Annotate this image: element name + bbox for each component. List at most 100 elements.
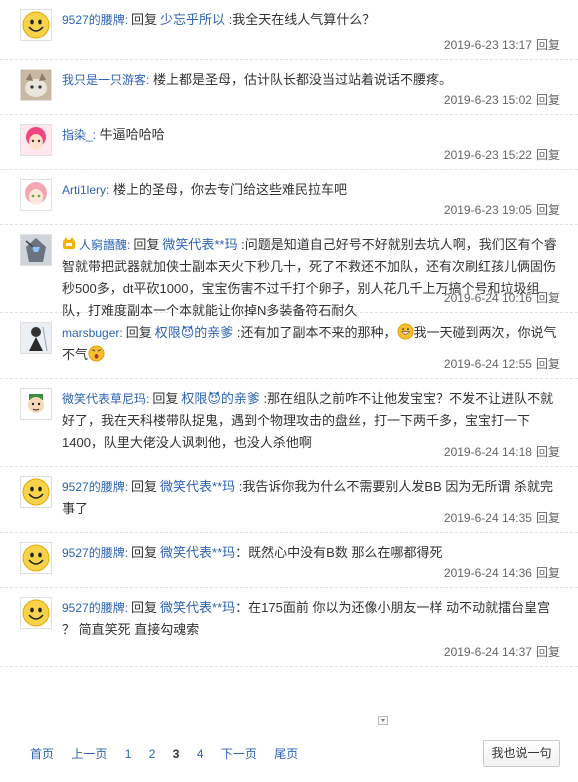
reply-button[interactable]: 回复 [536,148,560,162]
reply-item: marsbuger: 回复 权限😈的亲爹 :还有加了副本不来的那种， 我一天碰到两次，… [0,313,578,379]
next-page-link[interactable]: 下一页 [221,747,257,761]
prev-page-link[interactable]: 上一页 [71,747,107,761]
reply-text: :我全天在线人气算什么？ [225,12,376,27]
reply-text: ：既然心中没有B数 那么在哪都得死 [235,545,443,560]
reply-button[interactable]: 回复 [536,445,560,459]
reply-timestamp: 2019-6-24 12:55 [443,357,532,371]
reply-meta: 2019-6-24 14:36 回复 [444,564,560,581]
reply-content: 人窮譖醜: 回复 微笑代表**玛 :问题是知道自己好号不好就别去坑人啊，我们区有个睿… [62,234,568,322]
username-link[interactable]: 人窮譖醜: [79,238,130,252]
reply-meta: 2019-6-24 14:18 回复 [444,443,560,460]
reply-timestamp: 2019-6-24 14:37 [443,645,532,659]
reply-text: 楼上的圣母，你去专门给这些难民拉车吧 [109,182,347,197]
username-link[interactable]: 9527的腰牌: [62,13,128,27]
reply-prefix: 回复 [131,545,158,560]
vip-crown-icon [62,237,79,252]
reply-prefix: 回复 [125,325,152,340]
reply-button[interactable]: 回复 [536,566,560,580]
grin-emoji [396,323,414,340]
pink-hair-anime-avatar[interactable] [20,124,52,156]
reply-item: Arti1lery: 楼上的圣母，你去专门给这些难民拉车吧 2019-6-23 1… [0,170,578,225]
pagination: 首页 上一页 1 2 3 4 下一页 尾页 [30,745,312,762]
reply-button[interactable]: 回复 [536,203,560,217]
reply-meta: 2019-6-23 19:05 回复 [444,201,560,218]
angry-emoji [88,345,105,362]
reply-content: 我只是一只游客: 楼上都是圣母，估计队长都没当过站着说话不腰疼。 [62,69,568,91]
smiley-face-avatar[interactable] [20,476,52,508]
reply-item: 微笑代表草尼玛: 回复 权限😈的亲爹 :那在组队之前咋不让他发宝宝？不发不让进队不就… [0,379,578,467]
reply-button[interactable]: 回复 [536,357,560,371]
reply-content: 9527的腰牌: 回复 微笑代表**玛：在175面前 你以为还像小朋友一样 动不动就… [62,597,568,641]
reply-prefix: 回复 [131,12,158,27]
smiley-face-avatar[interactable] [20,9,52,41]
robot-mecha-avatar[interactable] [20,234,52,266]
reply-button[interactable]: 回复 [536,38,560,52]
reply-timestamp: 2019-6-23 15:02 [443,93,532,107]
reply-prefix: 回复 [131,600,158,615]
username-link[interactable]: marsbuger: [62,326,123,340]
reply-meta: 2019-6-23 13:17 回复 [444,36,560,53]
reply-item: 9527的腰牌: 回复 少忘乎所以 :我全天在线人气算什么？ 2019-6-23 13… [0,0,578,60]
reply-timestamp: 2019-6-23 13:17 [443,38,532,52]
reply-item: 我只是一只游客: 楼上都是圣母，估计队长都没当过站着说话不腰疼。 2019-6-2… [0,60,578,115]
cat-photo-avatar[interactable] [20,69,52,101]
page-link-1[interactable]: 1 [125,747,132,761]
reply-prefix: 回复 [152,391,179,406]
reply-timestamp: 2019-6-24 10:16 [443,291,532,305]
reply-target-link[interactable]: 微笑代表**玛 [160,545,235,560]
page-link-3-current: 3 [172,747,180,761]
reply-button[interactable]: 回复 [536,645,560,659]
reply-meta: 2019-6-24 14:35 回复 [444,509,560,526]
reply-prefix: 回复 [133,237,160,252]
reply-target-link[interactable]: 微笑代表**玛 [160,600,235,615]
page-link-2[interactable]: 2 [149,747,156,761]
reply-meta: 2019-6-24 10:16 回复 [444,289,560,306]
username-link[interactable]: 9527的腰牌: [62,480,128,494]
reply-button[interactable]: 回复 [536,291,560,305]
username-link[interactable]: Arti1lery: [62,183,109,197]
reply-target-link[interactable]: 权限😈的亲爹 [155,325,234,340]
reply-meta: 2019-6-23 15:22 回复 [444,146,560,163]
smiley-face-avatar[interactable] [20,542,52,574]
reply-text: :还有加了副本不来的那种， [233,325,397,340]
reply-content: 9527的腰牌: 回复 少忘乎所以 :我全天在线人气算什么？ [62,9,568,31]
page-link-4[interactable]: 4 [197,747,204,761]
reply-target-link[interactable]: 微笑代表**玛 [160,479,235,494]
reply-text: 楼上都是圣母，估计队长都没当过站着说话不腰疼。 [149,72,452,87]
say-something-button[interactable]: 我也说一句 [483,740,560,767]
username-link[interactable]: 9527的腰牌: [62,601,128,615]
username-link[interactable]: 9527的腰牌: [62,546,128,560]
reply-button[interactable]: 回复 [536,511,560,525]
cartoon-boy-avatar[interactable] [20,388,52,420]
reply-meta: 2019-6-24 12:55 回复 [444,355,560,372]
reply-timestamp: 2019-6-24 14:35 [443,511,532,525]
reply-timestamp: 2019-6-24 14:36 [443,566,532,580]
reply-button[interactable]: 回复 [536,93,560,107]
reply-item: 9527的腰牌: 回复 微笑代表**玛：在175面前 你以为还像小朋友一样 动不动就… [0,588,578,667]
first-page-link[interactable]: 首页 [30,747,54,761]
reply-target-link[interactable]: 少忘乎所以 [160,12,225,27]
username-link[interactable]: 指染_: [62,128,96,142]
smiley-face-avatar[interactable] [20,597,52,629]
collapse-toggle-icon[interactable] [378,716,388,725]
last-page-link[interactable]: 尾页 [274,747,298,761]
reply-item: 人窮譖醜: 回复 微笑代表**玛 :问题是知道自己好号不好就别去坑人啊，我们区有个睿… [0,225,578,318]
reply-target-link[interactable]: 权限😈的亲爹 [181,391,260,406]
reply-target-link[interactable]: 微笑代表**玛 [162,237,237,252]
reply-item: 9527的腰牌: 回复 微笑代表**玛：既然心中没有B数 那么在哪都得死 2019-6… [0,533,578,588]
reply-timestamp: 2019-6-23 15:22 [443,148,532,162]
reply-content: 9527的腰牌: 回复 微笑代表**玛：既然心中没有B数 那么在哪都得死 [62,542,568,564]
reply-content: Arti1lery: 楼上的圣母，你去专门给这些难民拉车吧 [62,179,568,201]
pink-hair-girl-avatar[interactable] [20,179,52,211]
dark-figure-avatar[interactable] [20,322,52,354]
username-link[interactable]: 微笑代表草尼玛: [62,392,149,406]
reply-timestamp: 2019-6-24 14:18 [443,445,532,459]
reply-item: 9527的腰牌: 回复 微笑代表**玛 :我告诉你我为什么不需要别人发BB 因为无所… [0,467,578,533]
reply-meta: 2019-6-23 15:02 回复 [444,91,560,108]
reply-meta: 2019-6-24 14:37 回复 [444,643,560,660]
reply-text: 牛逼哈哈哈 [96,127,165,142]
reply-prefix: 回复 [131,479,158,494]
reply-content: 指染_: 牛逼哈哈哈 [62,124,568,146]
reply-item: 指染_: 牛逼哈哈哈 2019-6-23 15:22 回复 [0,115,578,170]
username-link[interactable]: 我只是一只游客: [62,73,149,87]
